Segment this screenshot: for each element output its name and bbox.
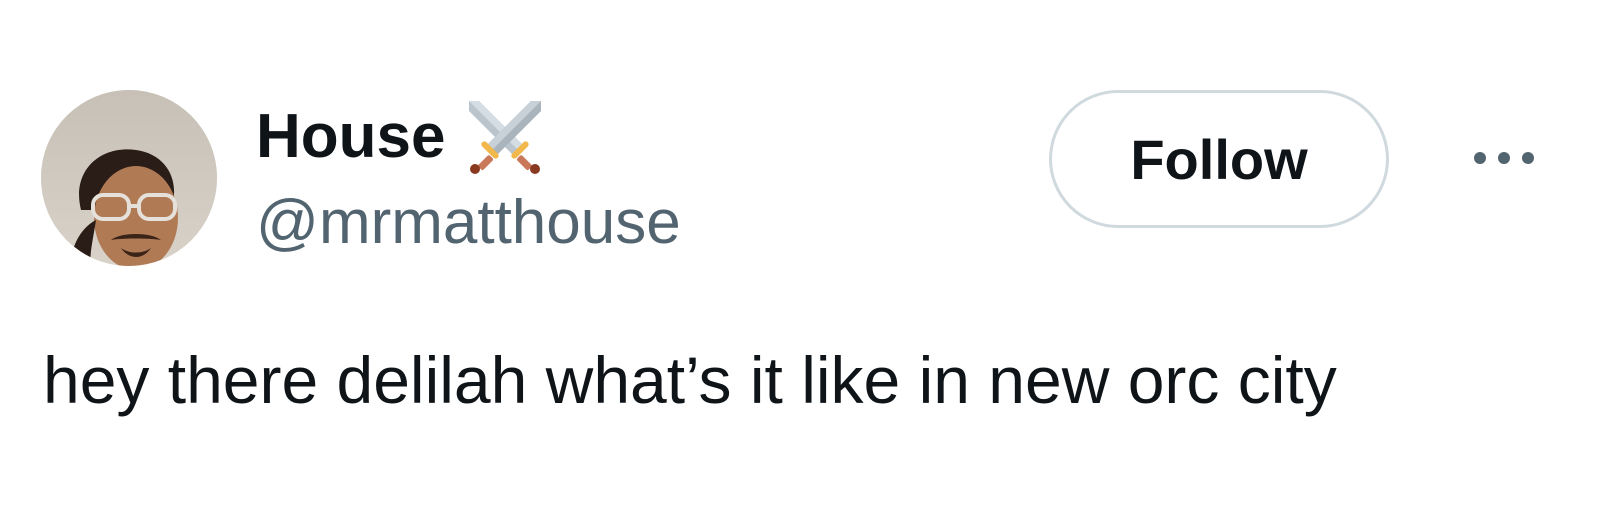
follow-button[interactable]: Follow: [1049, 90, 1389, 228]
author-handle[interactable]: @mrmatthouse: [256, 188, 681, 258]
avatar[interactable]: [41, 90, 217, 266]
crossed-swords-icon: [465, 97, 545, 177]
author-display-name[interactable]: House: [256, 106, 445, 168]
author-name-row[interactable]: House: [256, 92, 545, 182]
more-horizontal-icon: [1474, 152, 1534, 164]
tweet-text: hey there delilah what’s it like in new …: [43, 343, 1337, 417]
more-options-button[interactable]: [1462, 134, 1546, 182]
